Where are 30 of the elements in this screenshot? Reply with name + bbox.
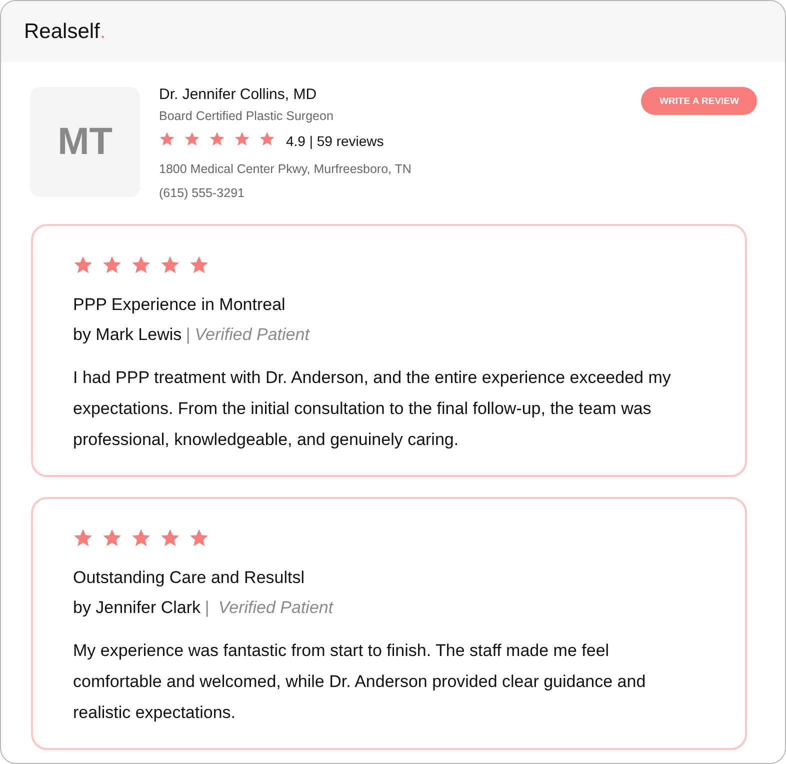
star-icon: [131, 255, 151, 275]
verified-label: | Verified Patient: [186, 324, 310, 346]
star-icon: [189, 528, 209, 548]
review-title: PPP Experience in Montreal: [73, 294, 286, 316]
star-icon: [259, 130, 275, 146]
reviewer-name: by Mark Lewis: [73, 324, 182, 346]
phone-number: (615) 555-3291: [159, 186, 246, 200]
star-icon: [159, 130, 175, 146]
address: 1800 Medical Center Pkwy, Murfreesboro, TN: [159, 162, 412, 176]
star-icon: [160, 528, 180, 548]
star-icon: [209, 130, 225, 146]
star-icon: [102, 255, 122, 275]
rating-summary: 4.9 | 59 reviews: [286, 133, 384, 149]
star-icon: [131, 528, 151, 548]
review-text: I had PPP treatment with Dr. Anderson, and the entire experience exceeded my expectations. From the initial consultation to the final follow-up, the team was professional, knowledgeable, and genuinely caring.: [73, 367, 672, 451]
star-icon: [160, 255, 180, 275]
reviewer-name: by Jennifer Clark: [73, 597, 201, 619]
star-icon: [73, 255, 93, 275]
star-icon: [102, 528, 122, 548]
logo[interactable]: Realself.: [24, 20, 106, 44]
verified-label: | Verified Patient: [204, 597, 334, 619]
doctor-specialty: Board Certified Plastic Surgeon: [159, 109, 334, 123]
star-icon: [73, 528, 93, 548]
avatar: MT: [30, 87, 140, 197]
doctor-name: Dr. Jennifer Collins, MD: [159, 86, 318, 104]
star-icon: [189, 255, 209, 275]
star-icon: [234, 130, 250, 146]
review-text: My experience was fantastic from start to finish. The staff made me feel comfortable and welcomed, while Dr. Anderson provided clear guidance and realistic expectations.: [73, 640, 647, 724]
star-icon: [184, 130, 200, 146]
review-title: Outstanding Care and Resultsl: [73, 567, 306, 589]
